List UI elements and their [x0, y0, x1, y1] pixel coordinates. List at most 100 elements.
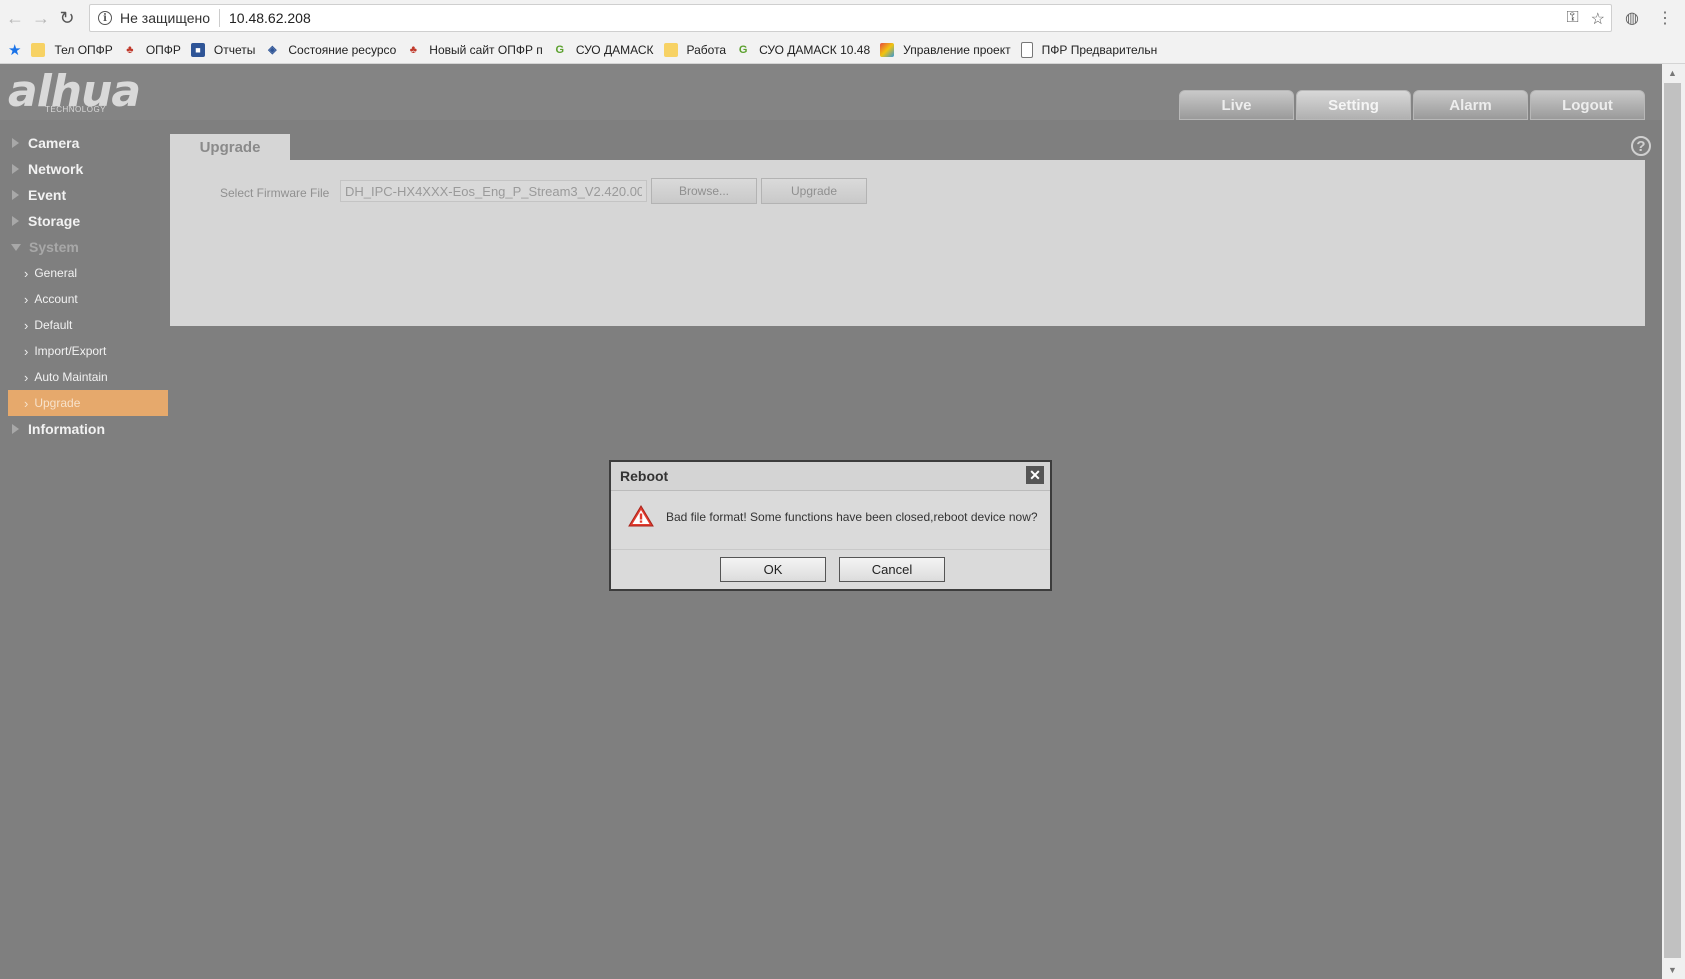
browser-toolbar: ← → ↻ i Не защищено 10.48.62.208 ⚿ ☆ ◍ ⋮	[0, 0, 1685, 36]
sidebar-label: Event	[28, 187, 67, 203]
upgrade-button[interactable]: Upgrade	[761, 178, 867, 204]
sidebar-sublabel: Upgrade	[34, 396, 81, 410]
warning-icon	[628, 505, 654, 527]
arrow-right-icon	[12, 190, 19, 200]
app-header: alhua TECHNOLOGY Live Setting Alarm Logo…	[0, 64, 1662, 120]
arrow-right-icon	[12, 138, 19, 148]
url-text[interactable]: 10.48.62.208	[229, 10, 311, 26]
chevron-right-icon: ›	[24, 343, 29, 359]
sidebar-sublabel: General	[34, 266, 78, 280]
cancel-button[interactable]: Cancel	[839, 557, 945, 582]
sidebar-subitem-import-export[interactable]: › Import/Export	[8, 338, 168, 364]
tab-logout[interactable]: Logout	[1530, 90, 1645, 120]
bookmark-item[interactable]: Управление проект	[880, 42, 1011, 57]
arrow-down-icon	[11, 243, 21, 251]
sidebar-sublabel: Account	[34, 292, 78, 306]
sidebar-item-information[interactable]: Information	[0, 416, 170, 442]
back-icon[interactable]: ←	[2, 5, 28, 31]
sidebar-subitem-upgrade[interactable]: › Upgrade	[8, 390, 168, 416]
chevron-right-icon: ›	[24, 317, 29, 333]
firmware-file-label: Select Firmware File	[220, 186, 330, 200]
bookmark-label: ПФР Предварительн	[1041, 42, 1158, 57]
bookmark-item[interactable]: ■ Отчеты	[190, 42, 255, 57]
reboot-dialog: Reboot ✕ Bad file format! Some functions…	[609, 460, 1052, 591]
sidebar-item-camera[interactable]: Camera	[0, 130, 170, 156]
chevron-right-icon: ›	[24, 291, 29, 307]
address-bar[interactable]: i Не защищено 10.48.62.208 ⚿ ☆	[89, 4, 1612, 32]
bookmark-label: Управление проект	[903, 42, 1011, 57]
bookmark-item[interactable]: ♣ ОПФР	[123, 43, 181, 57]
key-icon[interactable]: ⚿	[1566, 9, 1578, 29]
cube-icon	[880, 42, 895, 57]
sidebar-item-storage[interactable]: Storage	[0, 208, 170, 234]
bookmark-item[interactable]: G СУО ДАМАСК 10.48	[736, 43, 870, 57]
folder-icon	[663, 42, 678, 57]
bookmarks-star-icon[interactable]: ★	[8, 41, 21, 59]
bookmark-label: СУО ДАМАСК 10.48	[759, 42, 871, 57]
upgrade-panel: Upgrade ? Select Firmware File Browse...…	[170, 134, 1651, 326]
scrollbar-thumb[interactable]	[1664, 83, 1681, 958]
bookmark-label: Новый сайт ОПФР п	[429, 42, 543, 57]
upgrade-panel-body: Select Firmware File Browse... Upgrade	[170, 160, 1645, 326]
g-icon: G	[555, 43, 565, 56]
document-icon	[1020, 41, 1033, 58]
ok-button[interactable]: OK	[720, 557, 826, 582]
sidebar-item-event[interactable]: Event	[0, 182, 170, 208]
chevron-right-icon: ›	[24, 395, 29, 411]
bookmark-item[interactable]: ПФР Предварительн	[1020, 41, 1158, 58]
briefcase-icon: ■	[190, 42, 205, 57]
close-icon[interactable]: ✕	[1026, 466, 1044, 484]
settings-sidebar: Camera Network Event Storage System › Gen…	[0, 130, 170, 442]
main-tabs: Live Setting Alarm Logout	[1179, 90, 1645, 120]
sidebar-subitem-account[interactable]: › Account	[8, 286, 168, 312]
bookmark-label: СУО ДАМАСК	[575, 42, 654, 57]
bookmark-item[interactable]: Работа	[663, 42, 726, 57]
omnibox-divider	[219, 9, 220, 27]
sidebar-label: Information	[28, 421, 105, 437]
bookmark-item[interactable]: Тел ОПФР	[31, 42, 113, 57]
sidebar-subitem-auto-maintain[interactable]: › Auto Maintain	[8, 364, 168, 390]
network-icon: ◈	[268, 43, 277, 56]
tab-alarm[interactable]: Alarm	[1413, 90, 1528, 120]
pfr-icon: ♣	[126, 43, 134, 56]
reload-icon[interactable]: ↻	[54, 5, 80, 31]
sidebar-label: Storage	[28, 213, 81, 229]
arrow-right-icon	[12, 424, 19, 434]
tab-upgrade[interactable]: Upgrade	[170, 134, 290, 160]
browse-button[interactable]: Browse...	[651, 178, 757, 204]
sidebar-sublabel: Default	[34, 318, 73, 332]
logo-subtitle: TECHNOLOGY	[45, 105, 107, 114]
pfr-icon: ♣	[409, 43, 417, 56]
bookmark-label: ОПФР	[145, 42, 181, 57]
firmware-file-input[interactable]	[340, 180, 647, 202]
bookmark-label: Состояние ресурсо	[288, 42, 397, 57]
bookmarks-bar: ★ Тел ОПФР ♣ ОПФР ■ Отчеты ◈ Состояние ресу…	[0, 36, 1685, 64]
tab-live[interactable]: Live	[1179, 90, 1294, 120]
folder-icon	[31, 42, 46, 57]
sidebar-label: System	[29, 239, 79, 255]
chevron-right-icon: ›	[24, 265, 29, 281]
info-icon[interactable]: i	[98, 11, 112, 25]
help-icon[interactable]: ?	[1631, 136, 1651, 156]
bookmark-item[interactable]: G СУО ДАМАСК	[553, 43, 654, 57]
sidebar-item-system[interactable]: System	[0, 234, 170, 260]
bookmark-label: Тел ОПФР	[54, 42, 113, 57]
sidebar-item-network[interactable]: Network	[0, 156, 170, 182]
sidebar-label: Camera	[28, 135, 80, 151]
chevron-right-icon: ›	[24, 369, 29, 385]
tab-setting[interactable]: Setting	[1296, 90, 1411, 120]
sidebar-label: Network	[28, 161, 84, 177]
sidebar-subitem-default[interactable]: › Default	[8, 312, 168, 338]
security-status: Не защищено	[120, 10, 210, 26]
forward-icon[interactable]: →	[28, 5, 54, 31]
scroll-down-icon[interactable]: ▼	[1668, 965, 1677, 975]
bookmark-star-icon[interactable]: ☆	[1591, 9, 1605, 29]
dialog-message: Bad file format! Some functions have bee…	[666, 510, 1038, 524]
bookmark-item[interactable]: ♣ Новый сайт ОПФР п	[406, 43, 543, 57]
menu-icon[interactable]: ⋮	[1657, 8, 1673, 28]
scroll-up-icon[interactable]: ▲	[1668, 68, 1677, 78]
bookmark-item[interactable]: ◈ Состояние ресурсо	[265, 43, 396, 57]
sidebar-subitem-general[interactable]: › General	[8, 260, 168, 286]
globe-icon[interactable]: ◍	[1625, 8, 1639, 28]
page-scrollbar[interactable]: ▲ ▼	[1662, 64, 1685, 979]
